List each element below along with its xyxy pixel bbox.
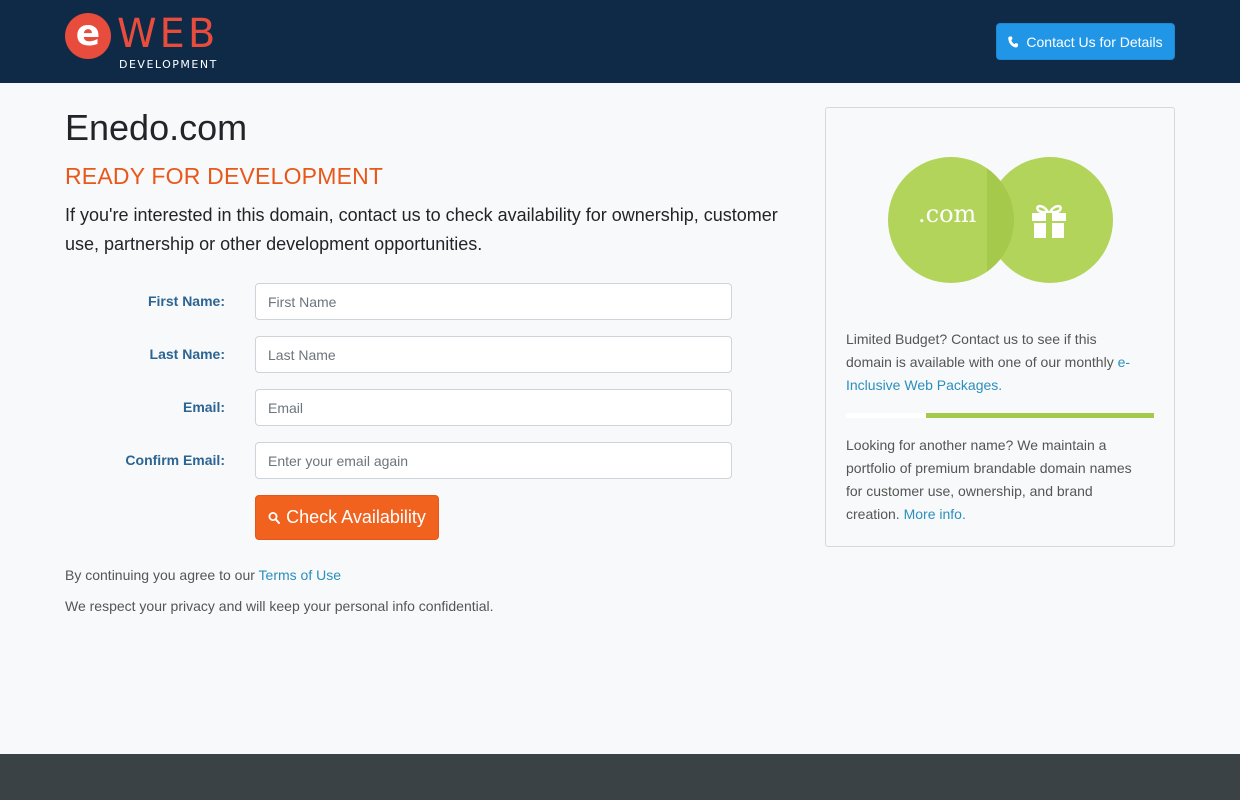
confirm-email-input[interactable]	[255, 442, 732, 479]
terms-of-use-link[interactable]: Terms of Use	[259, 567, 341, 583]
more-info-link[interactable]: More info.	[904, 506, 966, 522]
email-row: Email:	[65, 389, 732, 426]
email-label: Email:	[182, 399, 225, 415]
first-name-input[interactable]	[255, 283, 732, 320]
terms-prefix: By continuing you agree to our	[65, 567, 259, 583]
gift-icon	[1030, 201, 1068, 239]
email-input[interactable]	[255, 389, 732, 426]
last-name-label: Last Name:	[149, 346, 225, 362]
venn-overlap	[987, 157, 1014, 283]
contact-us-label: Contact Us for Details	[1026, 33, 1163, 50]
first-name-row: First Name:	[65, 283, 732, 320]
domain-title: Enedo.com	[65, 107, 248, 148]
privacy-notice: We respect your privacy and will keep yo…	[65, 598, 494, 614]
page-subtitle: READY FOR DEVELOPMENT	[65, 163, 384, 189]
phone-icon	[1008, 36, 1019, 48]
contact-us-button[interactable]: Contact Us for Details	[996, 23, 1175, 60]
search-icon	[268, 511, 281, 525]
budget-text-body: Limited Budget? Contact us to see if thi…	[846, 331, 1118, 370]
top-navbar: e WEB DEVELOPMENT Contact Us for Details	[0, 0, 1240, 83]
logo-brand-text: WEB	[117, 11, 219, 57]
info-card: .com Limited Budget? Contact us to see i…	[825, 107, 1175, 547]
confirm-email-row: Confirm Email:	[65, 442, 732, 479]
logo-e-mark: e	[65, 13, 111, 59]
domain-venn-graphic: .com	[888, 157, 1114, 285]
terms-notice: By continuing you agree to our Terms of …	[65, 567, 341, 583]
page-footer	[0, 754, 1240, 800]
confirm-email-label: Confirm Email:	[125, 452, 225, 468]
section-divider	[846, 413, 1154, 418]
eweb-logo[interactable]: e WEB DEVELOPMENT	[65, 13, 245, 73]
budget-text: Limited Budget? Contact us to see if thi…	[846, 328, 1146, 397]
last-name-input[interactable]	[255, 336, 732, 373]
logo-tagline: DEVELOPMENT	[119, 58, 218, 71]
check-availability-label: Check Availability	[286, 507, 426, 527]
lead-paragraph: If you're interested in this domain, con…	[65, 205, 778, 254]
last-name-row: Last Name:	[65, 336, 732, 373]
portfolio-text-body: Looking for another name? We maintain a …	[846, 437, 1132, 522]
first-name-label: First Name:	[147, 293, 225, 309]
portfolio-text: Looking for another name? We maintain a …	[846, 434, 1146, 526]
check-availability-button[interactable]: Check Availability	[255, 495, 439, 540]
venn-com-text: .com	[918, 200, 977, 228]
